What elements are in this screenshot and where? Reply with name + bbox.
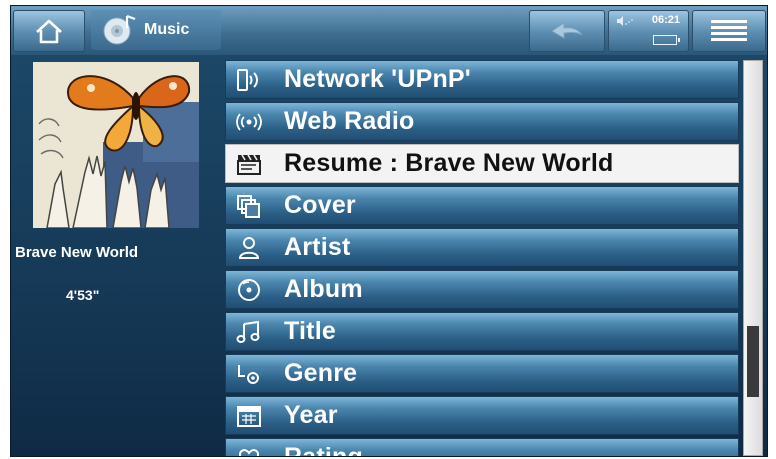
- home-icon: [36, 19, 62, 44]
- menu-item-label: Album: [284, 275, 363, 303]
- menu-item-label: Web Radio: [284, 107, 415, 135]
- menu-button[interactable]: [692, 10, 766, 52]
- scrollbar[interactable]: [743, 60, 763, 456]
- stacked-covers-icon: [237, 195, 260, 218]
- top-bar: Music 06:21: [11, 6, 767, 55]
- menu-item-title[interactable]: Title: [225, 312, 739, 351]
- music-note-icon: [236, 320, 260, 343]
- menu-item-label: Network 'UPnP': [284, 65, 471, 93]
- menu-item-cover[interactable]: Cover: [225, 186, 739, 225]
- menu-item-album[interactable]: Album: [225, 270, 739, 309]
- music-app-tab: Music: [91, 10, 221, 50]
- scroll-thumb[interactable]: [747, 326, 759, 397]
- heart-icon: [239, 448, 259, 456]
- menu-item-label: Resume : Brave New World: [284, 149, 614, 177]
- volume-icon: [617, 16, 633, 26]
- clapperboard-icon: [237, 154, 261, 175]
- network-device-icon: [237, 69, 258, 91]
- menu-item-year[interactable]: Year: [225, 396, 739, 435]
- clock: 06:21: [651, 14, 680, 26]
- radio-waves-icon: [236, 113, 262, 131]
- status-area: 06:21: [608, 10, 689, 52]
- speaker-note-icon: [103, 14, 136, 45]
- menu-item-network-upnp[interactable]: Network 'UPnP': [225, 60, 739, 99]
- album-art-image: [33, 62, 199, 228]
- track-title: Brave New World: [15, 244, 139, 261]
- home-button[interactable]: [13, 10, 85, 52]
- genre-icon: [238, 365, 259, 384]
- menu-item-label: Artist: [284, 233, 351, 261]
- person-icon: [238, 237, 260, 259]
- track-duration: 4'53": [66, 287, 100, 303]
- menu-item-label: Year: [284, 401, 338, 429]
- player-screen: Music 06:21 Brave New World 4'53" Networ…: [10, 5, 768, 457]
- menu-item-web-radio[interactable]: Web Radio: [225, 102, 739, 141]
- menu-item-label: Cover: [284, 191, 356, 219]
- calendar-icon: [237, 406, 261, 427]
- menu-lines-icon: [711, 20, 747, 41]
- back-arrow-icon: [551, 22, 583, 39]
- menu-item-rating[interactable]: Rating: [225, 438, 739, 457]
- menu-item-genre[interactable]: Genre: [225, 354, 739, 393]
- menu-item-label: Rating: [284, 443, 363, 457]
- app-title: Music: [144, 21, 190, 38]
- menu-item-label: Title: [284, 317, 336, 345]
- album-cover[interactable]: [33, 62, 199, 228]
- disc-icon: [238, 279, 260, 301]
- menu-item-resume-brave-new-world[interactable]: Resume : Brave New World: [225, 144, 739, 183]
- battery-icon: [653, 35, 680, 45]
- music-menu-list: Network 'UPnP' Web Radio Resume : Brave Ne…: [225, 60, 739, 457]
- menu-item-artist[interactable]: Artist: [225, 228, 739, 267]
- back-button[interactable]: [529, 10, 605, 52]
- menu-item-label: Genre: [284, 359, 358, 387]
